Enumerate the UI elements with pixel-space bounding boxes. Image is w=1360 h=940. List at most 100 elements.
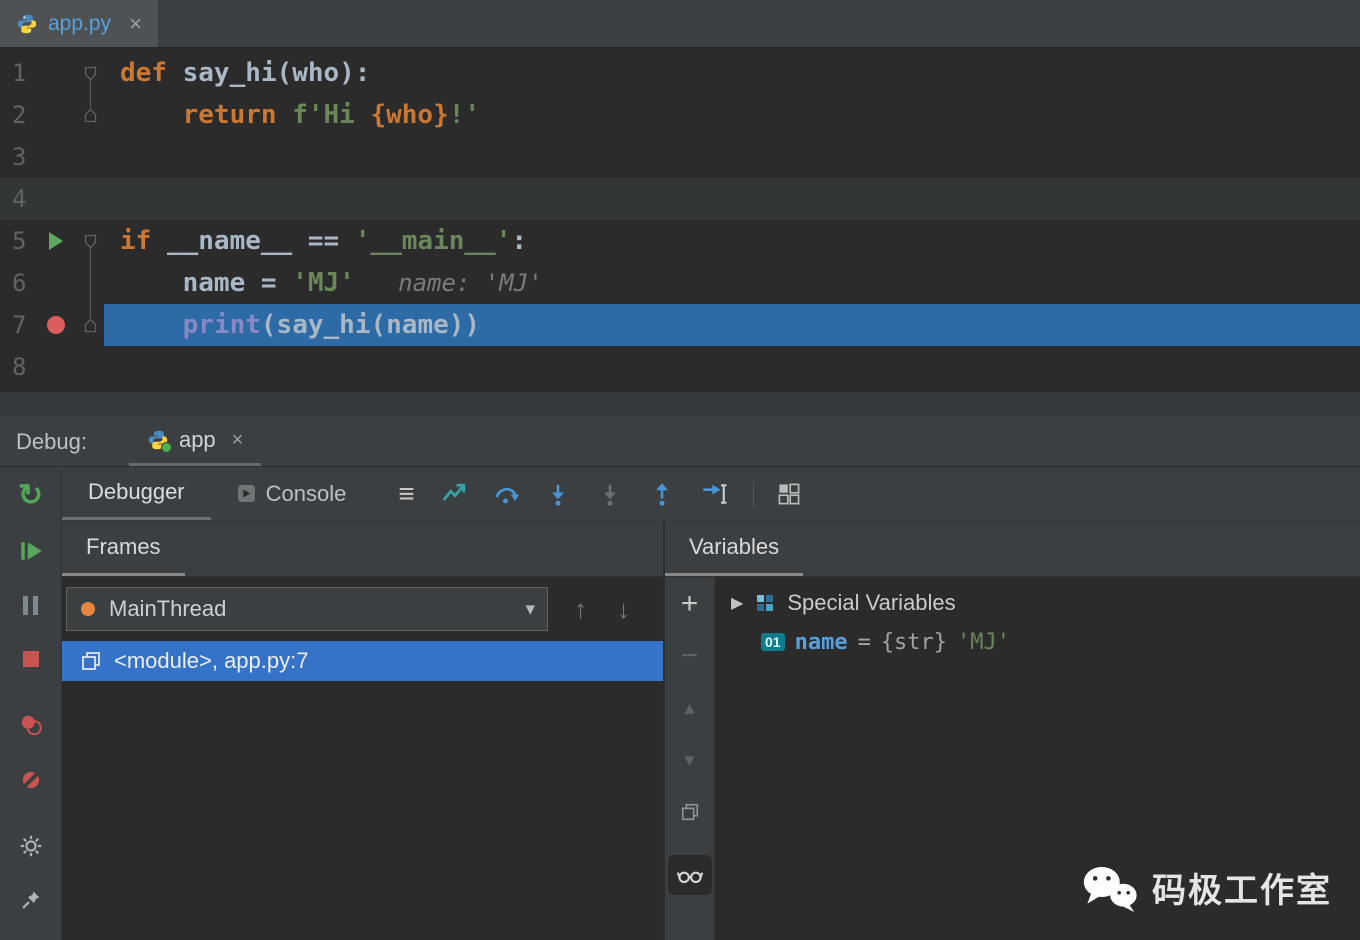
frame-up-icon[interactable]: ↑ (574, 594, 587, 625)
variables-title[interactable]: Variables (665, 521, 804, 576)
pause-icon[interactable] (16, 591, 46, 619)
run-to-cursor-icon[interactable] (699, 479, 729, 509)
editor-debug-splitter[interactable] (0, 392, 1360, 417)
settings-gear-icon[interactable] (16, 832, 46, 860)
expand-icon[interactable]: ▶ (731, 593, 743, 613)
token: f'Hi (292, 100, 371, 130)
fold-start-icon[interactable] (76, 220, 104, 262)
move-up-icon[interactable]: ▲ (677, 695, 703, 721)
line-number: 5 (12, 227, 27, 255)
token: return (120, 100, 293, 130)
wechat-logo-icon (1080, 864, 1138, 912)
token: '__main__' (354, 226, 512, 256)
close-icon[interactable]: × (232, 429, 244, 452)
step-into-my-code-icon[interactable] (595, 479, 625, 509)
variable-value: 'MJ' (957, 629, 1011, 655)
token: (say_hi(name)) (260, 310, 481, 340)
chevron-down-icon: ▾ (525, 598, 535, 620)
layout-settings-icon[interactable]: ≡ (398, 467, 414, 520)
line-number: 6 (12, 269, 27, 297)
tab-debugger[interactable]: Debugger (62, 467, 211, 520)
tab-console-label: Console (265, 480, 347, 506)
evaluate-layout-grid-icon[interactable] (774, 479, 804, 509)
token: name = (120, 268, 293, 298)
stop-icon[interactable] (16, 645, 46, 673)
line-number: 2 (12, 101, 27, 129)
step-out-icon[interactable] (647, 479, 677, 509)
gutter-slot (36, 94, 76, 136)
thread-selector[interactable]: MainThread ▾ (66, 587, 548, 631)
view-breakpoints-icon[interactable] (16, 711, 46, 739)
variables-toolbar: + − ▲ ▼ (665, 577, 715, 940)
token: if (120, 226, 167, 256)
frames-panel: Frames MainThread ▾ ↑ ↓ <module>, app.py… (62, 521, 665, 940)
breakpoint-icon[interactable] (36, 304, 76, 346)
debug-tool-window: Debug: app × ↻ Debugger Console ≡ Frames… (0, 417, 1360, 940)
tab-debugger-label: Debugger (88, 479, 185, 504)
variables-header: Variables (665, 521, 1360, 577)
token: def (120, 58, 183, 88)
duplicate-icon[interactable] (677, 799, 703, 825)
tab-label: app.py (48, 11, 112, 35)
token: say_hi(who): (182, 58, 371, 88)
code-text: return f'Hi {who} !' (104, 94, 1360, 136)
token: : (511, 226, 528, 256)
debug-session-tab[interactable]: app × (128, 417, 262, 466)
close-icon[interactable]: × (129, 12, 142, 35)
code-line: 5 if __name__ == '__main__': (0, 220, 1360, 262)
code-line: 2 return f'Hi {who} !' (0, 94, 1360, 136)
fold-end-icon[interactable] (76, 94, 104, 136)
token: __name__ == (166, 226, 355, 256)
tab-console[interactable]: Console (211, 467, 373, 520)
add-watch-icon[interactable]: + (677, 589, 703, 619)
code-line: 8 (0, 346, 1360, 388)
remove-watch-icon[interactable]: − (677, 641, 703, 671)
rerun-icon[interactable]: ↻ (16, 481, 46, 511)
debug-toolbar-row: Debugger Console ≡ (62, 467, 1360, 521)
line-number: 4 (12, 185, 27, 213)
python-run-icon (147, 429, 172, 453)
thread-name: MainThread (109, 596, 227, 621)
toolbar-separator (752, 480, 754, 507)
mute-breakpoints-icon[interactable] (16, 766, 46, 794)
special-variables-row[interactable]: ▶ Special Variables (715, 583, 1360, 623)
fold-end-icon[interactable] (76, 304, 104, 346)
variable-name: name (794, 629, 848, 655)
thread-selector-row: MainThread ▾ ↑ ↓ (66, 587, 663, 631)
line-number: 1 (12, 59, 27, 87)
tab-app-py[interactable]: app.py × (0, 0, 158, 47)
frame-down-icon[interactable]: ↓ (617, 594, 630, 625)
code-line-execution: 7 print (say_hi(name)) (0, 304, 1360, 346)
stack-frame-icon (80, 650, 102, 672)
frame-list-item-selected[interactable]: <module>, app.py:7 (62, 641, 663, 681)
session-tab-label: app (178, 427, 216, 452)
resume-icon[interactable] (16, 537, 46, 565)
fold-start-icon[interactable] (76, 52, 104, 94)
watermark-text: 码极工作室 (1152, 872, 1332, 910)
frames-header: Frames (62, 521, 663, 577)
line-number: 7 (12, 311, 27, 339)
show-execution-point-icon[interactable] (439, 479, 469, 509)
code-line: 1 def say_hi(who): (0, 52, 1360, 94)
fold-guide (76, 262, 104, 304)
show-watches-icon[interactable] (667, 855, 712, 895)
step-into-icon[interactable] (543, 479, 573, 509)
special-variables-label: Special Variables (787, 590, 956, 615)
watermark: 码极工作室 (1080, 863, 1332, 912)
console-icon (237, 484, 256, 503)
variable-row-name[interactable]: 01 name = {str} 'MJ' (715, 623, 1360, 661)
code-editor[interactable]: 1 def say_hi(who): 2 return f'Hi {who} !'… (0, 48, 1360, 392)
debug-label: Debug: (16, 428, 87, 454)
code-line-caret: 4 (0, 178, 1360, 220)
thread-status-icon (81, 602, 95, 616)
token: 'MJ' (292, 268, 355, 298)
frames-title[interactable]: Frames (62, 521, 185, 576)
run-gutter-icon[interactable] (36, 220, 76, 262)
pin-icon[interactable] (16, 886, 46, 914)
primitive-type-icon: 01 (761, 633, 785, 651)
step-over-icon[interactable] (491, 479, 521, 509)
move-down-icon[interactable]: ▼ (677, 747, 703, 773)
